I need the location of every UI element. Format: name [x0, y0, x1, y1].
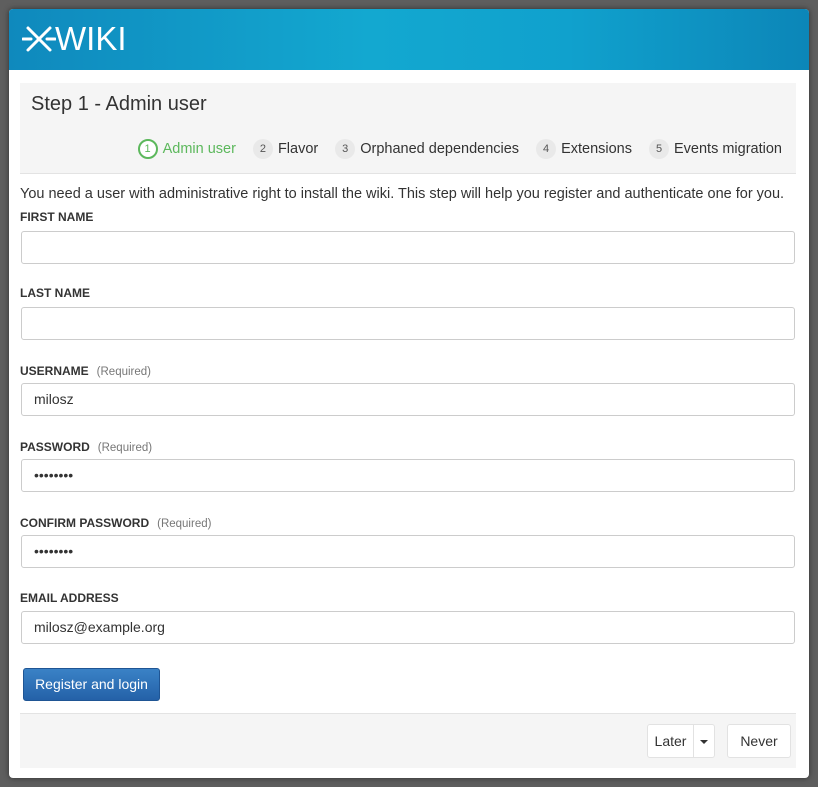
step-number: 4	[536, 139, 557, 159]
email-field[interactable]: milosz@example.org	[21, 611, 795, 644]
later-button[interactable]: Later	[647, 724, 694, 758]
later-button-group: Later	[647, 724, 715, 758]
username-field[interactable]: milosz	[21, 383, 795, 416]
step-orphaned-dependencies[interactable]: 3 Orphaned dependencies	[335, 139, 519, 159]
required-hint: (Required)	[96, 366, 151, 378]
page-title: Step 1 - Admin user	[31, 93, 207, 115]
step-events-migration[interactable]: 5 Events migration	[649, 139, 782, 159]
password-label: PASSWORD	[20, 440, 90, 454]
step-label: Orphaned dependencies	[360, 141, 520, 157]
username-label: USERNAME	[20, 364, 89, 378]
step-label: Extensions	[561, 141, 632, 157]
installer-window: WIKI Step 1 - Admin user 1 Admin user 2 …	[9, 9, 809, 778]
step-label: Admin user	[162, 141, 236, 157]
email-group: EMAIL ADDRESS	[20, 591, 796, 605]
header-bar: WIKI	[9, 9, 809, 70]
logo-text: WIKI	[55, 20, 127, 57]
step-extensions[interactable]: 4 Extensions	[536, 139, 632, 159]
intro-text: You need a user with administrative righ…	[20, 186, 785, 202]
step-flavor[interactable]: 2 Flavor	[252, 139, 319, 159]
last-name-label: LAST NAME	[20, 286, 90, 300]
later-dropdown-toggle[interactable]	[694, 724, 715, 758]
password-group: PASSWORD (Required)	[20, 438, 796, 456]
xwiki-logo: WIKI	[22, 21, 127, 57]
xwiki-x-icon	[22, 26, 56, 52]
last-name-group: LAST NAME	[20, 286, 796, 300]
register-and-login-button[interactable]: Register and login	[23, 668, 160, 701]
username-group: USERNAME (Required)	[20, 362, 796, 380]
first-name-field[interactable]	[21, 231, 795, 264]
step-admin-user[interactable]: 1 Admin user	[137, 139, 236, 159]
confirm-password-label: CONFIRM PASSWORD	[20, 516, 150, 530]
confirm-password-field[interactable]: ••••••••	[21, 535, 795, 568]
required-hint: (Required)	[97, 442, 153, 454]
step-progress: 1 Admin user 2 Flavor 3 Orphaned depende…	[121, 139, 782, 159]
step-number: 3	[335, 139, 356, 159]
never-button[interactable]: Never	[727, 724, 791, 758]
required-hint: (Required)	[157, 518, 212, 530]
step-label: Events migration	[674, 141, 782, 157]
password-field[interactable]: ••••••••	[21, 459, 795, 492]
step-label: Flavor	[277, 141, 319, 157]
step-panel: Step 1 - Admin user 1 Admin user 2 Flavo…	[20, 83, 796, 174]
last-name-field[interactable]	[21, 307, 795, 340]
step-number: 5	[649, 139, 669, 159]
email-label: EMAIL ADDRESS	[20, 591, 119, 605]
step-number: 1	[137, 139, 158, 159]
confirm-password-group: CONFIRM PASSWORD (Required)	[20, 514, 796, 532]
first-name-group: FIRST NAME	[20, 210, 796, 224]
step-number: 2	[252, 139, 273, 159]
first-name-label: FIRST NAME	[20, 210, 94, 224]
footer-actions: Later Never	[20, 713, 796, 768]
